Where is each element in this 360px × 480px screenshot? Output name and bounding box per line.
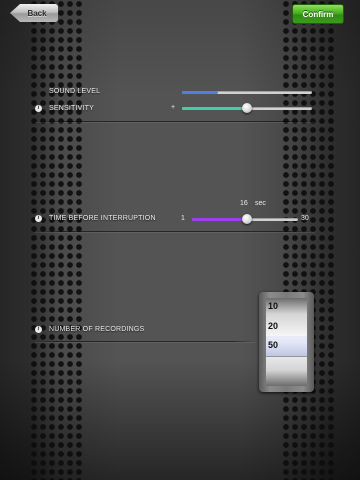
divider [35,341,255,342]
interruption-label: TIME BEFORE INTERRUPTION [49,215,156,222]
interruption-slider[interactable] [192,214,298,224]
info-icon[interactable]: i [35,326,42,333]
speaker-grille-right [282,0,336,480]
interruption-fill [192,218,247,221]
sensitivity-slider[interactable] [182,103,312,113]
interruption-min-label: 1 [181,215,185,222]
speaker-grille-left [30,0,84,480]
back-button[interactable]: Back [10,4,58,22]
info-icon[interactable]: i [35,215,42,222]
sound-level-label: SOUND LEVEL [49,88,101,95]
sound-level-fill [182,91,219,94]
sensitivity-plus: + [171,104,176,111]
divider [35,231,315,232]
recordings-picker-wheel[interactable]: 10 20 50 [266,298,307,386]
sensitivity-fill [182,107,247,110]
interruption-unit: sec [255,200,266,207]
picker-option[interactable]: 10 [266,298,307,316]
confirm-button[interactable]: Confirm [292,4,344,24]
recordings-label: NUMBER OF RECORDINGS [49,326,145,333]
picker-option-selected[interactable]: 50 [266,335,307,355]
interruption-slider-thumb[interactable] [241,214,252,224]
info-icon[interactable]: i [35,105,42,112]
divider [35,121,315,122]
sound-level-slider[interactable] [182,91,312,94]
recordings-picker[interactable]: 10 20 50 [259,292,314,392]
interruption-value: 16 [240,200,248,207]
sensitivity-slider-thumb[interactable] [242,103,252,113]
sensitivity-label: SENSITIVITY [49,105,94,112]
picker-option[interactable]: 20 [266,316,307,336]
interruption-max-label: 30 [301,215,309,222]
